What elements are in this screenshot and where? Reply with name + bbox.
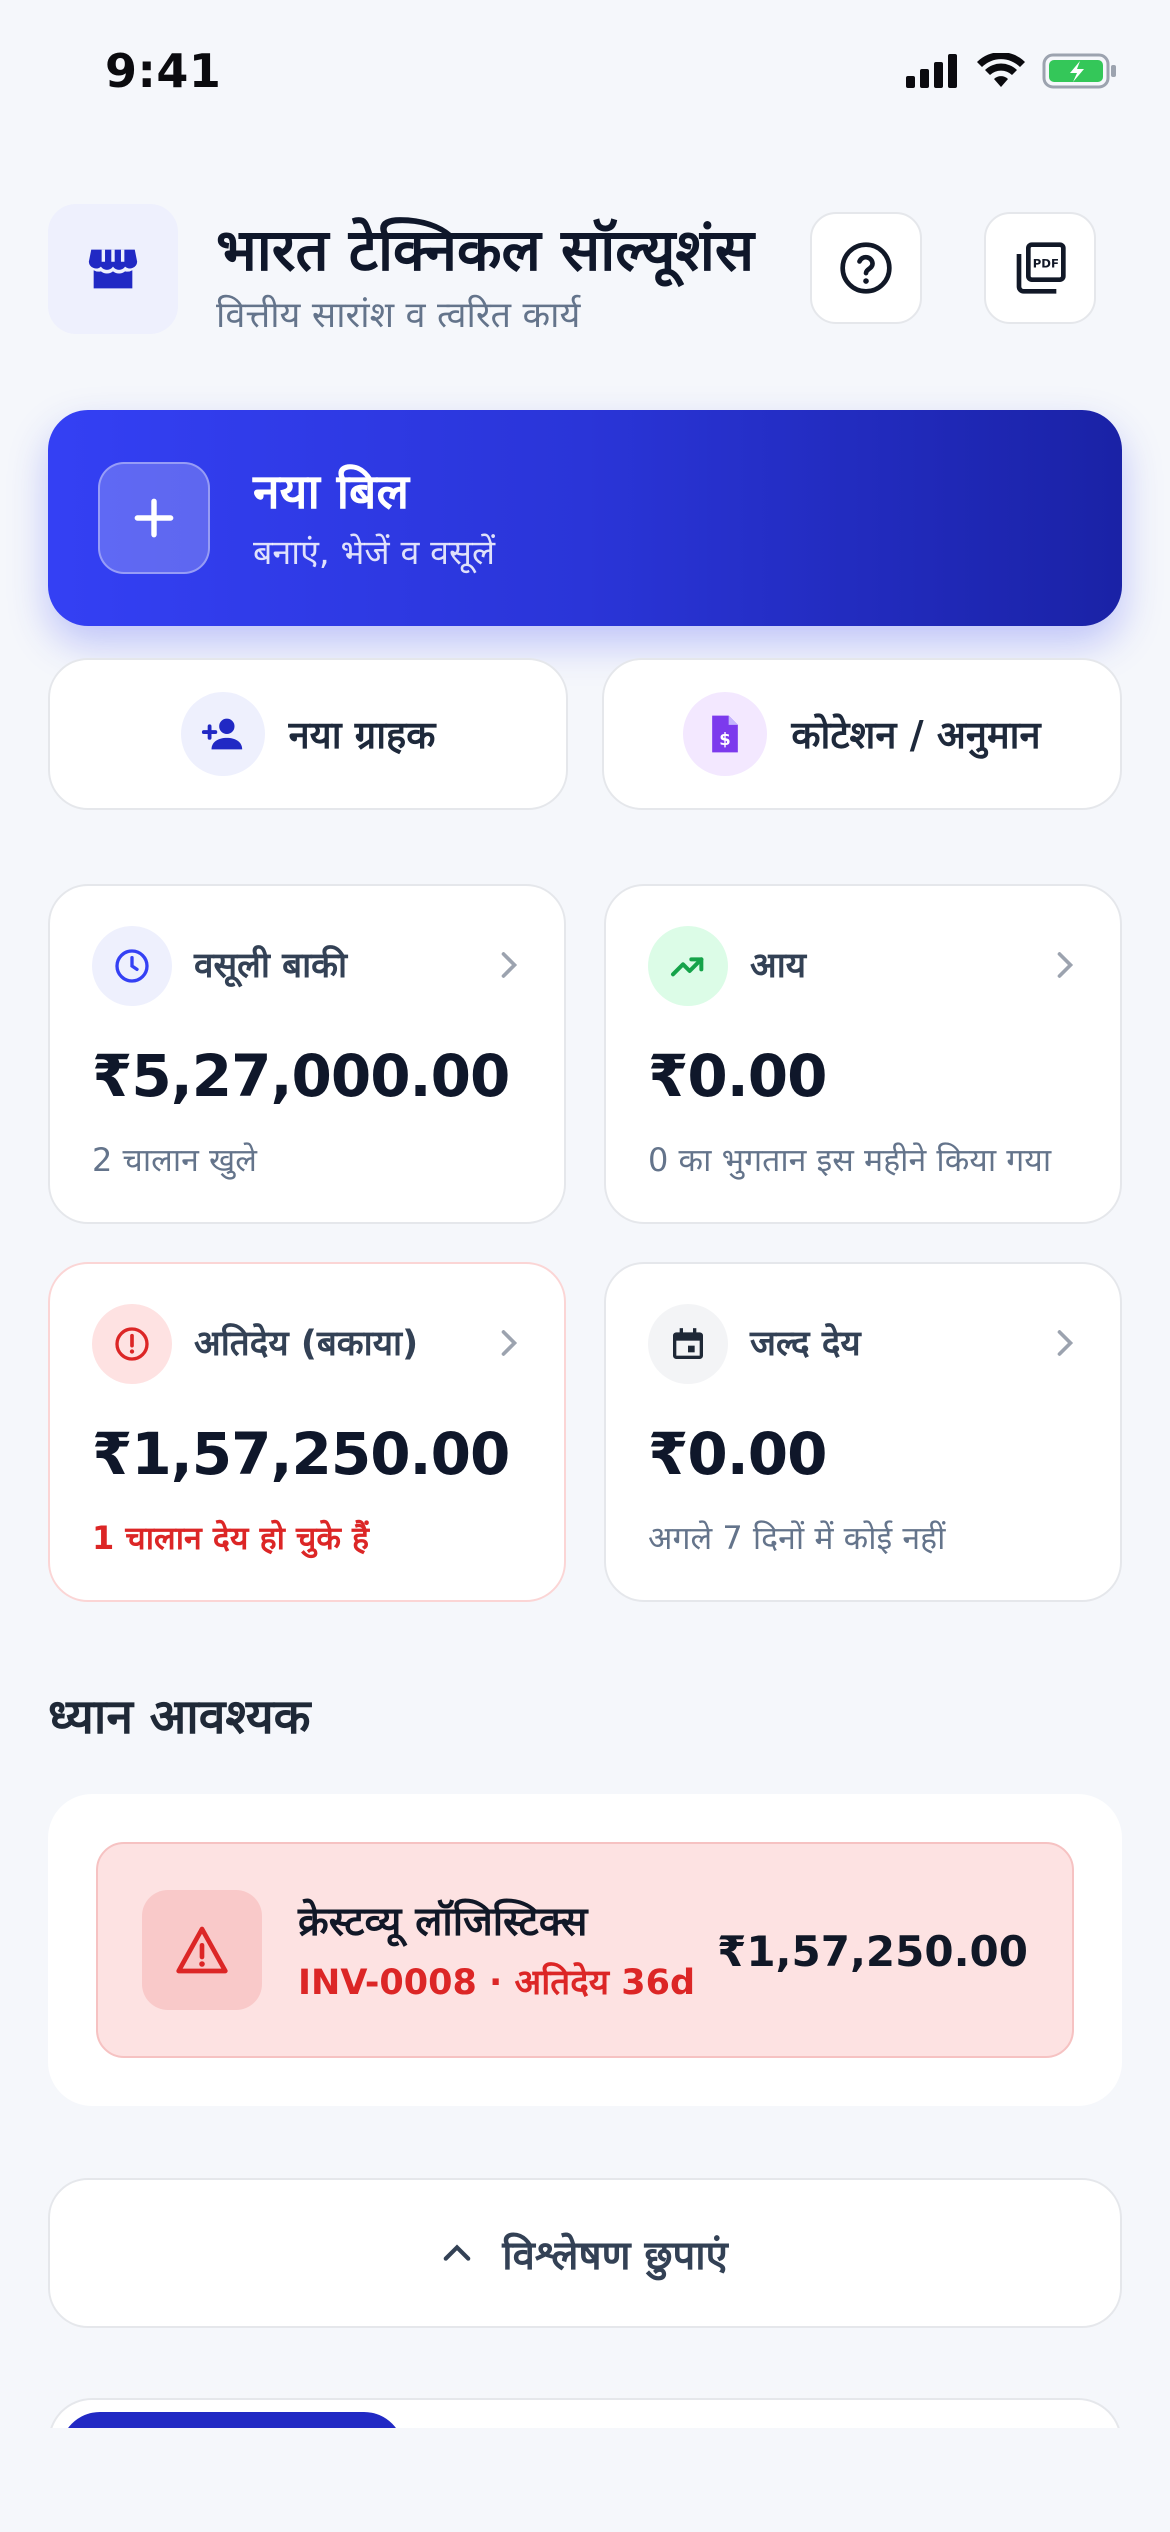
new-bill-button[interactable]: नया बिल बनाएं, भेजें व वसूलें — [48, 410, 1122, 626]
attention-section-title: ध्यान आवश्यक — [48, 1689, 311, 1745]
stat-card-income[interactable]: आय ₹0.00 0 का भुगतान इस महीने किया गया — [604, 884, 1122, 1224]
quote-document-icon: $ — [712, 715, 739, 753]
status-bar: 9:41 — [0, 0, 1170, 150]
pdf-icon: PDF — [1016, 242, 1066, 294]
status-icons — [906, 52, 1118, 90]
stat-title: आय — [750, 946, 807, 986]
person-add-icon — [201, 718, 242, 750]
chevron-right-icon — [1057, 1330, 1074, 1356]
chevron-right-icon — [501, 952, 518, 978]
status-time: 9:41 — [105, 44, 222, 98]
header: भारत टेक्निकल सॉल्यूशंस वित्तीय सारांश व… — [48, 204, 1122, 336]
stat-card-overdue[interactable]: अतिदेय (बकाया) ₹1,57,250.00 1 चालान देय … — [48, 1262, 566, 1602]
hide-analytics-button[interactable]: विश्लेषण छुपाएं — [48, 2178, 1122, 2328]
stat-title: अतिदेय (बकाया) — [194, 1324, 419, 1364]
quotation-button[interactable]: $ कोटेशन / अनुमान — [602, 658, 1122, 810]
stat-subtext: 1 चालान देय हो चुके हैं — [92, 1519, 370, 1557]
quotation-label: कोटेशन / अनुमान — [791, 713, 1041, 757]
trending-up-icon-wrap — [648, 926, 728, 1006]
stat-value: ₹0.00 — [648, 1042, 827, 1110]
stat-subtext: अगले 7 दिनों में कोई नहीं — [648, 1519, 946, 1557]
chevron-right-icon — [501, 1330, 518, 1356]
quote-icon-wrap: $ — [683, 692, 768, 776]
help-button[interactable] — [810, 212, 922, 324]
calendar-icon-wrap — [648, 1304, 728, 1384]
stat-subtext: 2 चालान खुले — [92, 1141, 257, 1179]
stat-title: जल्द देय — [750, 1324, 861, 1364]
battery-charging-icon — [1042, 53, 1116, 89]
stat-card-receivable[interactable]: वसूली बाकी ₹5,27,000.00 2 चालान खुले — [48, 884, 566, 1224]
stat-value: ₹5,27,000.00 — [92, 1042, 510, 1110]
new-customer-button[interactable]: नया ग्राहक — [48, 658, 568, 810]
alert-circle-icon-wrap — [92, 1304, 172, 1384]
chevron-right-icon — [1057, 952, 1074, 978]
attention-customer-name: क्रेस्टव्यू लॉजिस्टिक्स — [298, 1899, 588, 1945]
chevron-up-icon — [443, 2244, 471, 2261]
attention-amount: ₹1,57,250.00 — [717, 1927, 1028, 1976]
cellular-signal-icon — [906, 54, 957, 88]
clock-icon — [115, 949, 149, 983]
hide-analytics-label: विश्लेषण छुपाएं — [502, 2232, 728, 2279]
svg-text:PDF: PDF — [1033, 257, 1059, 271]
plus-icon-box — [98, 462, 210, 574]
new-bill-subtitle: बनाएं, भेजें व वसूलें — [253, 533, 496, 573]
attention-panel: क्रेस्टव्यू लॉजिस्टिक्स INV-0008 · अतिदे… — [48, 1794, 1122, 2106]
stat-subtext: 0 का भुगतान इस महीने किया गया — [648, 1141, 1052, 1179]
clock-icon-wrap — [92, 926, 172, 1006]
svg-text:$: $ — [720, 730, 731, 749]
stat-title: वसूली बाकी — [194, 946, 348, 986]
pdf-export-button[interactable]: PDF — [984, 212, 1096, 324]
trending-up-icon — [671, 957, 704, 977]
stat-value: ₹0.00 — [648, 1420, 827, 1488]
attention-item[interactable]: क्रेस्टव्यू लॉजिस्टिक्स INV-0008 · अतिदे… — [96, 1842, 1074, 2058]
shop-avatar[interactable] — [48, 204, 178, 334]
help-circle-icon — [840, 242, 892, 294]
storefront-icon — [88, 249, 138, 289]
bottom-safe-area — [0, 2428, 1170, 2532]
warning-triangle-icon — [176, 1926, 228, 1974]
new-bill-title: नया बिल — [253, 464, 410, 520]
plus-icon — [134, 498, 174, 538]
stat-card-due-soon[interactable]: जल्द देय ₹0.00 अगले 7 दिनों में कोई नहीं — [604, 1262, 1122, 1602]
attention-invoice-meta: INV-0008 · अतिदेय 36d — [298, 1963, 696, 2003]
wifi-icon — [977, 53, 1025, 87]
calendar-icon — [673, 1328, 703, 1359]
new-customer-label: नया ग्राहक — [288, 713, 436, 757]
person-add-icon-wrap — [180, 692, 265, 776]
header-subtitle: वित्तीय सारांश व त्वरित कार्य — [216, 295, 581, 336]
warning-icon-wrap — [142, 1890, 262, 2010]
alert-circle-icon — [115, 1327, 149, 1361]
business-name: भारत टेक्निकल सॉल्यूशंस — [216, 216, 755, 284]
stat-value: ₹1,57,250.00 — [92, 1420, 510, 1488]
